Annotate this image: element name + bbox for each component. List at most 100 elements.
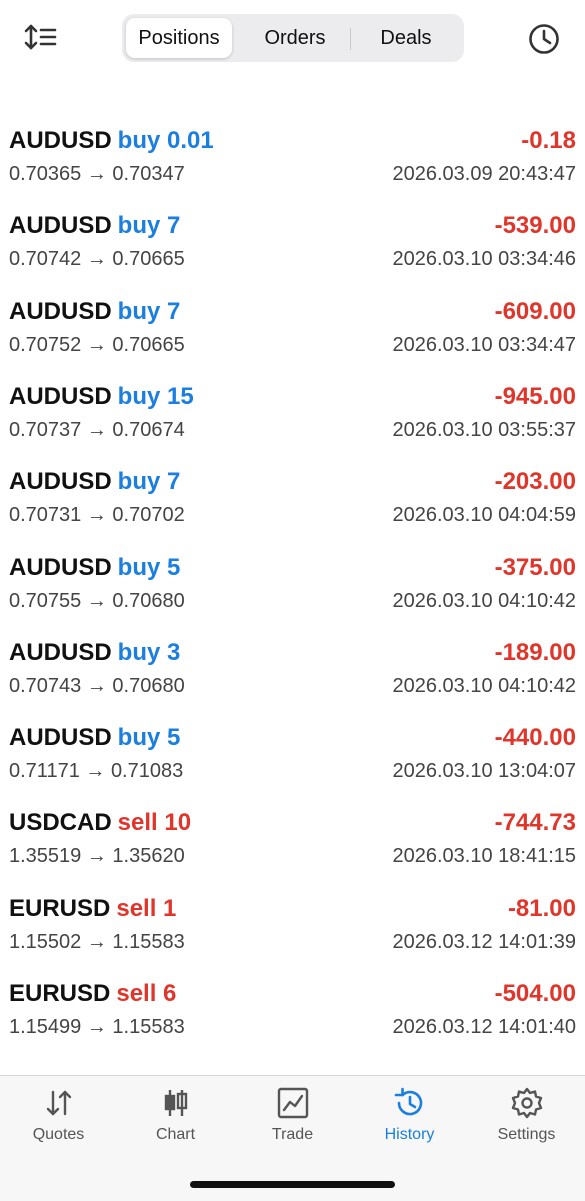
deal-profit: -744.73: [494, 809, 576, 837]
close-price: 1.15583: [112, 1016, 185, 1038]
deal-row[interactable]: AUDUSD buy 7 -539.00 0.70742 → 0.70665 2026.…: [0, 212, 585, 297]
tab-orders[interactable]: Orders: [240, 18, 350, 58]
nav-settings[interactable]: Settings: [468, 1086, 585, 1146]
arrow-right-icon: →: [81, 1016, 113, 1038]
deal-direction: buy: [117, 127, 161, 154]
deal-direction: sell: [117, 809, 158, 837]
deal-time: 2026.03.10 03:55:37: [392, 418, 576, 441]
tab-positions[interactable]: Positions: [126, 18, 232, 58]
history-icon: [393, 1086, 427, 1120]
home-indicator[interactable]: [190, 1181, 395, 1188]
close-price: 0.70674: [112, 418, 185, 441]
deal-volume: 5: [167, 553, 181, 581]
segmented-control: Positions Orders Deals: [122, 14, 464, 62]
deal-row[interactable]: AUDUSD buy 0.01 -0.18 0.70365 → 0.70347 2026…: [0, 127, 585, 212]
deal-direction: buy: [117, 724, 161, 752]
deal-profit: -189.00: [494, 638, 576, 666]
deal-row[interactable]: AUDUSD buy 7 -203.00 0.70731 → 0.70702 2026.…: [0, 468, 585, 553]
close-price: 0.70680: [112, 589, 185, 612]
clock-icon[interactable]: [525, 20, 563, 58]
symbol-text: EURUSD: [9, 980, 111, 1007]
open-price: 1.35519: [9, 845, 82, 868]
deal-row[interactable]: USDCAD sell 10 -744.73 1.35519 → 1.35620 202…: [0, 809, 585, 894]
deal-prices: 0.70742 → 0.70665: [9, 248, 185, 271]
sort-icon[interactable]: [22, 20, 62, 56]
deal-volume: 7: [167, 212, 181, 240]
nav-label: Settings: [497, 1126, 556, 1143]
deal-direction: buy: [117, 468, 161, 496]
open-price: 0.70752: [9, 333, 82, 356]
deal-row[interactable]: AUDUSD buy 3 -189.00 0.70743 → 0.70680 2026.…: [0, 639, 585, 724]
deal-profit: -609.00: [494, 297, 576, 325]
deal-time: 2026.03.10 03:34:46: [392, 248, 576, 271]
close-price: 1.15583: [112, 930, 185, 953]
arrow-right-icon: →: [81, 845, 113, 868]
tab-deals[interactable]: Deals: [352, 18, 460, 58]
deal-time: 2026.03.10 18:41:15: [392, 845, 576, 868]
deal-symbol: AUDUSD buy 15: [9, 383, 194, 411]
deal-prices: 0.70752 → 0.70665: [9, 334, 185, 357]
deal-symbol: AUDUSD buy 5: [9, 554, 180, 582]
arrow-right-icon: →: [81, 418, 113, 441]
nav-chart[interactable]: Chart: [117, 1086, 234, 1146]
open-price: 0.70743: [9, 674, 82, 697]
gear-icon: [510, 1086, 544, 1120]
deal-direction: buy: [117, 382, 161, 410]
deal-symbol: AUDUSD buy 7: [9, 468, 180, 496]
trade-chart-icon: [276, 1086, 310, 1120]
deals-list[interactable]: 0.70250 → 0.703692026.03.09 20:32:58AUDU…: [0, 0, 585, 1075]
close-price: 0.70680: [112, 674, 185, 697]
deal-symbol: USDCAD sell 10: [9, 809, 191, 837]
deal-volume: 0.01: [167, 127, 214, 154]
open-price: 0.70365: [9, 163, 82, 185]
segment-divider: [350, 28, 351, 50]
deal-row[interactable]: AUDUSD buy 5 -375.00 0.70755 → 0.70680 2026.…: [0, 554, 585, 639]
nav-quotes[interactable]: Quotes: [0, 1086, 117, 1146]
deal-row[interactable]: AUDUSD buy 15 -945.00 0.70737 → 0.70674 2026…: [0, 383, 585, 468]
deal-volume: 15: [167, 382, 194, 410]
nav-history[interactable]: History: [351, 1086, 468, 1146]
arrow-right-icon: →: [81, 930, 113, 953]
deal-symbol: AUDUSD buy 7: [9, 298, 180, 326]
deal-time: 2026.03.09 20:43:47: [392, 163, 576, 185]
deal-profit: -375.00: [494, 553, 576, 581]
deal-time: 2026.03.10 03:34:47: [392, 333, 576, 356]
deal-row[interactable]: AUDUSD buy 7 -609.00 0.70752 → 0.70665 2026.…: [0, 298, 585, 383]
deal-prices: 0.70755 → 0.70680: [9, 590, 185, 613]
nav-label: Chart: [155, 1126, 196, 1143]
symbol-text: AUDUSD: [9, 553, 112, 581]
nav-label: History: [384, 1126, 435, 1143]
deal-volume: 7: [167, 468, 181, 496]
open-price: 0.70742: [9, 248, 82, 271]
symbol-text: AUDUSD: [9, 468, 112, 496]
open-price: 1.15502: [9, 930, 82, 953]
deal-row[interactable]: EURUSD sell 6 -504.00 1.15499 → 1.15583 2026…: [0, 980, 585, 1065]
arrow-right-icon: →: [81, 589, 113, 612]
deal-row[interactable]: EURUSD sell 1 -81.00 1.15502 → 1.15583 2026.…: [0, 895, 585, 980]
open-price: 0.71171: [9, 760, 80, 783]
symbol-text: AUDUSD: [9, 212, 112, 240]
deal-profit: -440.00: [494, 724, 576, 752]
close-price: 0.70347: [112, 163, 185, 185]
nav-label: Quotes: [32, 1126, 85, 1143]
deal-volume: 5: [167, 724, 181, 752]
deal-prices: 1.15499 → 1.15583: [9, 1016, 185, 1039]
arrow-right-icon: →: [79, 760, 111, 783]
deal-direction: sell: [116, 894, 157, 922]
deal-prices: 0.70743 → 0.70680: [9, 675, 185, 698]
deal-symbol: EURUSD sell 1: [9, 895, 176, 923]
deal-volume: 1: [163, 894, 177, 922]
deal-volume: 10: [164, 809, 192, 837]
symbol-text: AUDUSD: [9, 638, 112, 666]
deal-profit: -539.00: [494, 212, 576, 240]
deal-time: 2026.03.10 04:04:59: [392, 504, 576, 527]
symbol-text: USDCAD: [9, 809, 112, 837]
nav-trade[interactable]: Trade: [234, 1086, 351, 1146]
arrow-right-icon: →: [81, 248, 113, 271]
deal-symbol: AUDUSD buy 3: [9, 639, 180, 667]
deal-volume: 3: [167, 638, 181, 666]
top-bar: Positions Orders Deals: [0, 0, 585, 76]
deal-profit: -203.00: [494, 468, 576, 496]
deal-time: 2026.03.10 04:10:42: [392, 674, 576, 697]
deal-row[interactable]: AUDUSD buy 5 -440.00 0.71171 → 0.71083 2026.…: [0, 724, 585, 809]
